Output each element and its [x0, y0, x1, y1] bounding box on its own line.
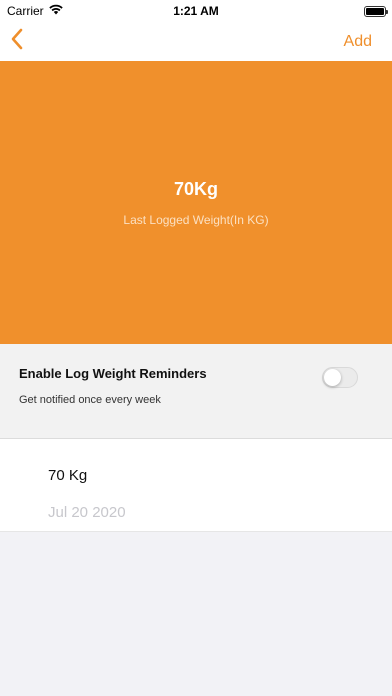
last-weight-banner: 70Kg Last Logged Weight(In KG)	[0, 61, 392, 344]
list-item[interactable]: 70 Kg Jul 20 2020	[0, 439, 392, 532]
reminder-toggle[interactable]	[322, 367, 358, 388]
reminder-settings: Enable Log Weight Reminders Get notified…	[0, 344, 392, 439]
last-weight-value: 70Kg	[173, 178, 218, 199]
toggle-knob	[324, 369, 341, 386]
battery-fill	[366, 7, 384, 15]
carrier-label: Carrier	[7, 4, 44, 18]
reminder-title: Enable Log Weight Reminders	[19, 366, 207, 381]
add-button[interactable]: Add	[344, 33, 372, 51]
navigation-bar: Add	[0, 22, 392, 61]
reminder-subtitle: Get notified once every week	[19, 394, 161, 406]
back-button[interactable]	[10, 27, 40, 57]
last-weight-subtitle: Last Logged Weight(In KG)	[123, 212, 269, 227]
status-left: Carrier	[7, 4, 63, 18]
log-weight: 70 Kg	[48, 467, 88, 484]
status-bar: Carrier 1:21 AM	[0, 0, 392, 22]
log-date: Jul 20 2020	[48, 504, 126, 521]
chevron-left-icon	[10, 28, 24, 55]
battery-icon	[364, 5, 388, 17]
wifi-icon	[48, 4, 63, 18]
